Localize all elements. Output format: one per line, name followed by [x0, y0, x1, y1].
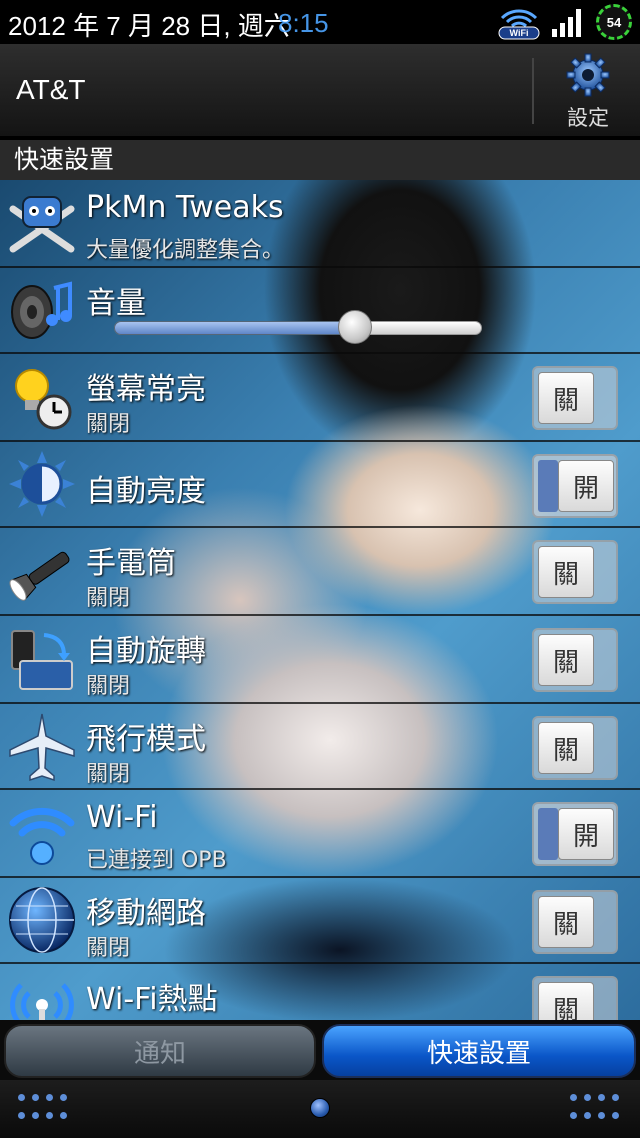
gear-icon: [566, 53, 610, 97]
item-title: PkMn Tweaks: [86, 190, 284, 225]
auto-rotate-toggle[interactable]: 關: [532, 628, 618, 692]
status-icons: WiFi 54: [496, 4, 632, 40]
battery-level: 54: [606, 14, 622, 30]
list-item-auto-brightness[interactable]: 自動亮度 開: [0, 442, 640, 528]
signal-strength-icon: [552, 7, 586, 37]
list-item-wifi[interactable]: Wi-Fi 已連接到 OPB 開: [0, 790, 640, 878]
item-title: 移動網路: [86, 896, 206, 931]
item-title: 自動亮度: [86, 474, 206, 509]
item-title: 自動旋轉: [86, 634, 206, 669]
list-item-airplane-mode[interactable]: 飛行模式 關閉 關: [0, 704, 640, 790]
item-subtitle: 關閉: [86, 586, 131, 611]
list-item-volume: 音量: [0, 268, 640, 354]
drawer-handle-knob[interactable]: [310, 1098, 330, 1118]
sun-icon: [6, 448, 78, 520]
item-subtitle: 關閉: [86, 674, 131, 699]
bulb-clock-icon: [6, 362, 78, 434]
notification-header: AT&T 設定: [0, 44, 640, 138]
volume-slider[interactable]: [114, 310, 482, 344]
wifi-status-label: WiFi: [510, 28, 529, 38]
toggle-knob: 關: [538, 634, 594, 686]
toggle-knob: 關: [538, 372, 594, 424]
toggle-knob: 開: [558, 808, 614, 860]
airplane-icon: [6, 710, 78, 782]
hotspot-icon: [6, 972, 78, 1020]
mobile-data-toggle[interactable]: 關: [532, 890, 618, 954]
tab-notifications[interactable]: 通知: [4, 1024, 316, 1078]
rotate-screen-icon: [6, 624, 78, 696]
list-item-wifi-hotspot[interactable]: Wi-Fi熱點 關: [0, 964, 640, 1020]
item-title: Wi-Fi: [86, 800, 158, 835]
battery-icon: 54: [596, 4, 632, 40]
carrier-name: AT&T: [16, 74, 86, 105]
item-subtitle: 關閉: [86, 762, 131, 787]
item-title: 手電筒: [86, 546, 176, 581]
item-title: 飛行模式: [86, 722, 206, 757]
toggle-knob: 關: [538, 546, 594, 598]
toggle-knob: 關: [538, 982, 594, 1020]
speaker-icon: [6, 274, 78, 346]
item-title: 螢幕常亮: [86, 372, 206, 407]
globe-icon: [6, 884, 78, 956]
slider-thumb[interactable]: [338, 310, 372, 344]
header-divider: [532, 58, 534, 124]
toggle-fill: [538, 460, 558, 512]
status-time: 8:15: [278, 8, 329, 38]
section-title: 快速設置: [0, 140, 640, 180]
list-item-flashlight[interactable]: 手電筒 關閉 關: [0, 528, 640, 616]
list-item-screen-on[interactable]: 螢幕常亮 關閉 關: [0, 354, 640, 442]
flashlight-toggle[interactable]: 關: [532, 540, 618, 604]
wifi-status-icon: WiFi: [496, 4, 542, 40]
tab-quick-settings[interactable]: 快速設置: [322, 1024, 636, 1078]
item-subtitle: 大量優化調整集合。: [86, 238, 285, 263]
grip-dots-left-icon: [18, 1094, 68, 1124]
toggle-fill: [538, 808, 558, 860]
item-subtitle: 關閉: [86, 936, 131, 961]
flashlight-icon: [6, 536, 78, 608]
airplane-mode-toggle[interactable]: 關: [532, 716, 618, 780]
list-item-pkmn-tweaks[interactable]: PkMn Tweaks 大量優化調整集合。: [0, 180, 640, 268]
wifi-hotspot-toggle[interactable]: 關: [532, 976, 618, 1020]
bottom-tabs: 通知 快速設置: [0, 1020, 640, 1080]
settings-button[interactable]: 設定: [540, 52, 636, 134]
list-item-auto-rotate[interactable]: 自動旋轉 關閉 關: [0, 616, 640, 704]
status-date: 2012 年 7 月 28 日, 週六: [8, 11, 290, 41]
toggle-knob: 關: [538, 722, 594, 774]
settings-label: 設定: [567, 106, 609, 130]
auto-brightness-toggle[interactable]: 開: [532, 454, 618, 518]
wifi-toggle[interactable]: 開: [532, 802, 618, 866]
toggle-knob: 開: [558, 460, 614, 512]
drawer-handle-bar[interactable]: [0, 1080, 640, 1138]
crossed-bones-robot-icon: [6, 188, 78, 260]
wifi-icon: [6, 798, 78, 870]
grip-dots-right-icon: [570, 1094, 620, 1124]
item-subtitle: 已連接到 OPB: [86, 848, 227, 873]
toggle-knob: 關: [538, 896, 594, 948]
item-title: Wi-Fi熱點: [86, 982, 218, 1017]
quick-settings-list[interactable]: PkMn Tweaks 大量優化調整集合。 音量 螢幕常亮 關閉 關 自動亮度 …: [0, 180, 640, 1020]
status-bar: 2012 年 7 月 28 日, 週六 8:15 WiFi 54: [0, 0, 640, 44]
list-item-mobile-data[interactable]: 移動網路 關閉 關: [0, 878, 640, 964]
slider-fill: [114, 321, 355, 335]
screen-on-toggle[interactable]: 關: [532, 366, 618, 430]
item-subtitle: 關閉: [86, 412, 131, 437]
